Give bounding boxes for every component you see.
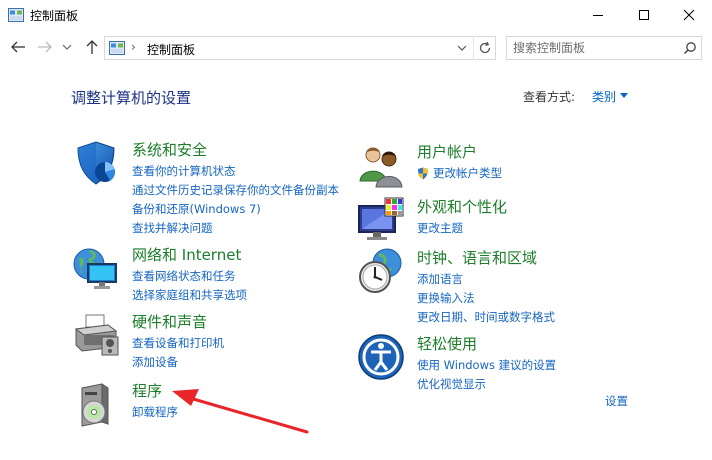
link-network-status[interactable]: 查看网络状态和任务	[132, 267, 247, 286]
control-panel-icon	[109, 41, 125, 55]
up-button[interactable]	[82, 38, 102, 56]
link-add-device[interactable]: 添加设备	[132, 353, 224, 372]
link-troubleshoot[interactable]: 查找并解决问题	[132, 219, 339, 238]
link-change-input-method[interactable]: 更换输入法	[417, 289, 555, 308]
link-file-history-backup[interactable]: 通过文件历史记录保存你的文件备份副本	[132, 181, 339, 200]
arrow-right-icon	[38, 41, 52, 53]
refresh-icon	[479, 41, 490, 54]
link-optimize-visual-display[interactable]: 优化视觉显示	[417, 375, 556, 394]
category-title[interactable]: 系统和安全	[132, 139, 207, 160]
view-by-label: 查看方式:	[523, 90, 576, 104]
category-title[interactable]: 硬件和声音	[132, 311, 207, 332]
maximize-button[interactable]	[621, 0, 667, 30]
link-windows-recommended-settings[interactable]: 使用 Windows 建议的设置	[417, 356, 556, 375]
chevron-down-icon	[62, 44, 72, 50]
link-change-date-time-format[interactable]: 更改日期、时间或数字格式	[417, 308, 555, 327]
minimize-icon	[593, 15, 603, 16]
title-bar: 控制面板	[0, 0, 712, 30]
appearance-monitor-icon[interactable]	[357, 196, 405, 244]
programs-disc-icon[interactable]	[72, 380, 120, 428]
breadcrumb-item[interactable]: 控制面板	[147, 41, 195, 58]
category-title[interactable]: 轻松使用	[417, 333, 477, 354]
category-title[interactable]: 时钟、语言和区域	[417, 247, 537, 268]
link-change-theme[interactable]: 更改主题	[417, 219, 463, 238]
ease-of-access-icon[interactable]	[357, 333, 405, 381]
forward-button[interactable]	[35, 38, 55, 56]
navigation-bar: › 控制面板	[0, 30, 712, 64]
category-title[interactable]: 用户帐户	[417, 141, 477, 162]
arrow-left-icon	[11, 41, 25, 53]
printer-icon[interactable]	[72, 311, 120, 359]
link-settings-partial[interactable]: 设置	[605, 393, 628, 409]
link-change-account-type[interactable]: 更改帐户类型	[417, 164, 502, 183]
chevron-down-icon	[457, 45, 467, 51]
page-title: 调整计算机的设置	[71, 89, 192, 107]
arrow-up-icon	[86, 40, 98, 54]
control-panel-icon	[8, 8, 24, 22]
link-uninstall-program[interactable]: 卸载程序	[132, 403, 178, 422]
network-globe-icon[interactable]	[72, 244, 120, 292]
maximize-icon	[639, 10, 649, 20]
link-homegroup-sharing[interactable]: 选择家庭组和共享选项	[132, 286, 247, 305]
uac-shield-icon	[418, 167, 428, 180]
link-devices-printers[interactable]: 查看设备和打印机	[132, 334, 224, 353]
link-view-computer-status[interactable]: 查看你的计算机状态	[132, 162, 339, 181]
address-dropdown-button[interactable]	[455, 39, 469, 57]
dropdown-arrow-icon[interactable]	[620, 93, 628, 98]
category-title[interactable]: 程序	[132, 380, 162, 401]
minimize-button[interactable]	[575, 0, 621, 30]
search-input[interactable]	[507, 37, 677, 59]
users-icon[interactable]	[357, 141, 405, 189]
clock-globe-icon[interactable]	[357, 247, 405, 295]
link-add-language[interactable]: 添加语言	[417, 270, 555, 289]
shield-icon[interactable]	[72, 139, 120, 187]
search-box	[506, 36, 702, 60]
category-title[interactable]: 网络和 Internet	[132, 244, 241, 265]
window-title: 控制面板	[30, 9, 79, 23]
close-button[interactable]	[666, 0, 712, 30]
address-bar[interactable]: › 控制面板	[104, 36, 496, 60]
close-icon	[683, 9, 695, 21]
recent-locations-button[interactable]	[60, 38, 74, 56]
breadcrumb-separator: ›	[131, 40, 136, 54]
view-by-dropdown[interactable]: 类别	[592, 88, 616, 105]
link-backup-restore[interactable]: 备份和还原(Windows 7)	[132, 200, 339, 219]
category-title[interactable]: 外观和个性化	[417, 196, 507, 217]
link-label: 更改帐户类型	[433, 166, 502, 180]
back-button[interactable]	[8, 38, 28, 56]
search-icon[interactable]	[683, 41, 697, 55]
refresh-button[interactable]	[473, 37, 495, 59]
